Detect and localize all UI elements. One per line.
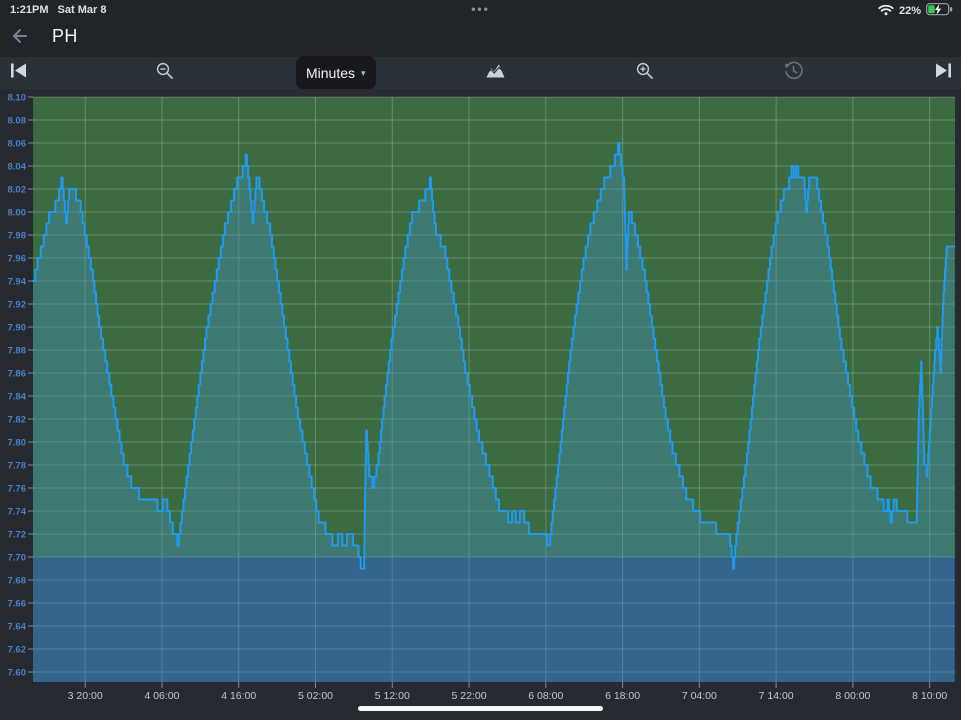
y-axis-label: 7.60 <box>8 668 27 679</box>
x-axis-label: 3 20:00 <box>68 690 103 702</box>
y-axis-label: 7.88 <box>8 346 27 357</box>
x-axis-label: 8 00:00 <box>835 690 870 702</box>
skip-start-button[interactable] <box>6 57 30 89</box>
skip-end-button[interactable] <box>931 57 955 89</box>
y-axis-label: 7.80 <box>8 438 27 449</box>
x-axis-label: 4 06:00 <box>144 690 179 702</box>
y-axis-label: 7.92 <box>8 300 27 311</box>
interval-dropdown[interactable]: Minutes ▾ <box>296 56 376 90</box>
y-axis-label: 7.78 <box>8 461 27 472</box>
zoom-in-icon <box>636 62 654 85</box>
zoom-out-button[interactable] <box>152 57 178 89</box>
zoom-out-icon <box>156 62 174 85</box>
battery-percent: 22% <box>899 5 921 17</box>
x-axis-label: 5 22:00 <box>452 690 487 702</box>
y-axis-label: 8.06 <box>8 139 27 150</box>
y-axis-label: 7.76 <box>8 484 27 495</box>
chevron-down-icon: ▾ <box>361 68 366 79</box>
chart-region: 7.60 7.62 7.64 7.66 7.68 7.70 7.72 7.74 7.76 7.78… <box>0 89 961 720</box>
skip-to-end-icon <box>935 63 952 83</box>
history-button[interactable] <box>780 57 806 89</box>
zoom-in-button[interactable] <box>632 57 658 89</box>
y-axis-label: 8.08 <box>8 116 27 127</box>
y-axis-label: 7.82 <box>8 415 27 426</box>
x-axis-label: 6 18:00 <box>605 690 640 702</box>
y-axis-label: 7.66 <box>8 599 27 610</box>
y-axis-label: 8.10 <box>8 93 27 104</box>
y-axis-label: 7.68 <box>8 576 27 587</box>
x-axis-label: 6 08:00 <box>528 690 563 702</box>
y-axis-label: 8.00 <box>8 208 27 219</box>
chart-toolbar: Minutes ▾ <box>0 57 961 89</box>
x-axis-label: 5 02:00 <box>298 690 333 702</box>
x-axis-label: 7 14:00 <box>759 690 794 702</box>
y-axis-label: 7.96 <box>8 254 27 265</box>
interval-label: Minutes <box>306 65 355 81</box>
y-axis-label: 7.98 <box>8 231 27 242</box>
y-axis-label: 8.02 <box>8 185 27 196</box>
y-axis-label: 7.74 <box>8 507 27 518</box>
x-axis-label: 4 16:00 <box>221 690 256 702</box>
chart-type-button[interactable] <box>482 57 508 89</box>
y-axis-label: 7.84 <box>8 392 27 403</box>
home-indicator[interactable] <box>358 706 603 711</box>
more-dots-icon: ••• <box>0 2 961 16</box>
y-axis-label: 7.72 <box>8 530 27 541</box>
y-axis-label: 7.90 <box>8 323 27 334</box>
y-axis-label: 7.94 <box>8 277 27 288</box>
nav-bar: PH <box>0 20 961 57</box>
x-axis-label: 8 10:00 <box>912 690 947 702</box>
area-chart-icon <box>486 63 505 83</box>
x-axis-label: 5 12:00 <box>375 690 410 702</box>
history-clock-icon <box>784 61 803 85</box>
status-bar: 1:21PM Sat Mar 8 ••• 22% <box>0 0 961 20</box>
wifi-icon <box>878 4 894 19</box>
back-arrow-icon <box>10 32 30 49</box>
ph-chart-plot[interactable]: 7.60 7.62 7.64 7.66 7.68 7.70 7.72 7.74 7.76 7.78… <box>0 89 961 720</box>
app-root: 1:21PM Sat Mar 8 ••• 22% <box>0 0 961 720</box>
y-axis-label: 7.70 <box>8 553 27 564</box>
y-axis-label: 7.86 <box>8 369 27 380</box>
skip-to-start-icon <box>10 63 27 83</box>
back-button[interactable] <box>10 27 36 51</box>
page-title: PH <box>52 26 78 47</box>
y-axis-label: 8.04 <box>8 162 27 173</box>
y-axis-label: 7.64 <box>8 622 27 633</box>
battery-charging-icon <box>926 3 953 19</box>
y-axis-label: 7.62 <box>8 645 27 656</box>
x-axis-label: 7 04:00 <box>682 690 717 702</box>
